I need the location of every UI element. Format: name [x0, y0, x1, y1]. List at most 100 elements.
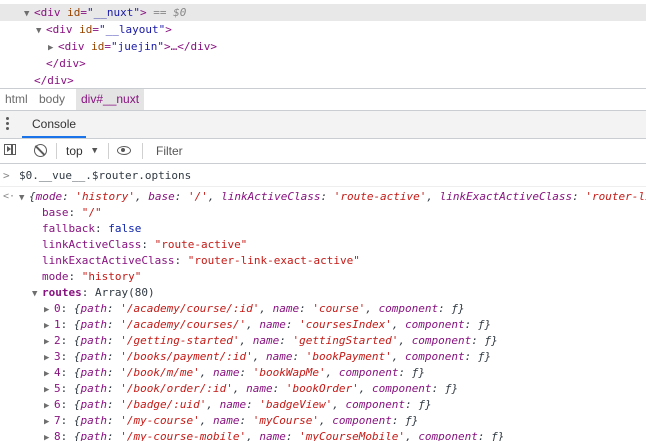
function-icon: ƒ: [405, 414, 412, 427]
preview-key: base: [148, 190, 175, 203]
show-sidebar-icon[interactable]: [4, 144, 16, 155]
dom-node-nuxt[interactable]: ▼ <div id="__nuxt"> == $0: [0, 4, 646, 21]
toolbar-divider: [56, 143, 57, 159]
expand-triangle-icon[interactable]: ▶: [44, 398, 54, 414]
breadcrumb-body[interactable]: body: [34, 89, 70, 110]
tag-close: >: [165, 23, 172, 36]
prop-row: base: "/": [42, 206, 102, 219]
dom-node-layout[interactable]: ▼ <div id="__layout">: [36, 21, 172, 38]
route-index: 7: [54, 414, 61, 427]
expand-triangle-icon[interactable]: ▶: [44, 334, 54, 350]
route-name: 'bookPayment': [305, 350, 392, 363]
breadcrumb: html body div#__nuxt: [0, 88, 646, 111]
preview-value: 'router-li: [585, 190, 646, 203]
routes-row[interactable]: ▼ routes: Array(80): [32, 285, 155, 301]
clear-console-icon[interactable]: [34, 144, 47, 157]
component-key: component: [332, 414, 392, 427]
tab-console[interactable]: Console: [22, 111, 87, 138]
route-row[interactable]: ▶ 7: {path: '/my-course', name: 'myCourse…: [44, 413, 418, 429]
prop-row: mode: "history": [42, 270, 142, 283]
breadcrumb-div-nuxt[interactable]: div#__nuxt: [76, 89, 145, 110]
path-key: path: [80, 318, 108, 331]
prop-row: linkExactActiveClass: "router-link-exact…: [42, 254, 360, 267]
path-key: path: [80, 430, 108, 441]
attr-value: "juejin": [111, 40, 164, 53]
collapse-triangle-icon[interactable]: ▼: [32, 286, 42, 302]
chevron-down-icon[interactable]: ▼: [92, 139, 97, 163]
divider: [0, 186, 646, 187]
name-key: name: [212, 366, 240, 379]
route-index: 0: [54, 302, 61, 315]
command-text: $0.__vue__.$router.options: [19, 169, 192, 182]
route-path: '/my-course-mobile': [120, 430, 247, 441]
console-output: > $0.__vue__.$router.options <· ▼ {mode: …: [0, 164, 646, 441]
name-key: name: [259, 318, 286, 331]
collapse-triangle-icon[interactable]: ▼: [19, 190, 29, 206]
attr-value: "__nuxt": [87, 6, 140, 19]
preview-value: '/': [187, 190, 208, 203]
collapse-triangle-icon[interactable]: ▼: [24, 6, 34, 23]
route-name: 'badgeView': [259, 398, 333, 411]
result-prompt-icon: <·: [3, 191, 16, 202]
filter-input[interactable]: [150, 139, 640, 163]
route-row[interactable]: ▶ 0: {path: '/academy/course/:id', name: …: [44, 301, 465, 317]
drawer-tabbar: Console: [0, 111, 646, 139]
more-options-icon[interactable]: [6, 117, 10, 133]
prop-row: fallback: false: [42, 222, 142, 235]
preview-value: 'route-active': [333, 190, 427, 203]
component-key: component: [411, 334, 472, 347]
attr-name: id: [67, 6, 81, 19]
route-name: 'bookWapMe': [252, 366, 326, 379]
route-row[interactable]: ▶ 5: {path: '/book/order/:id', name: 'boo…: [44, 381, 458, 397]
expand-triangle-icon[interactable]: ▶: [44, 366, 54, 382]
name-key: name: [219, 398, 247, 411]
breadcrumb-html[interactable]: html: [0, 89, 33, 110]
toolbar-divider: [108, 143, 109, 159]
component-key: component: [418, 430, 478, 441]
expand-triangle-icon[interactable]: ▶: [44, 414, 54, 430]
expand-triangle-icon[interactable]: ▶: [44, 318, 54, 334]
expand-triangle-icon[interactable]: ▶: [44, 350, 54, 366]
console-command-line: > $0.__vue__.$router.options: [0, 168, 646, 184]
route-index: 1: [54, 318, 61, 331]
dom-node-juejin[interactable]: ▶ <div id="juejin">…</div>: [48, 38, 217, 55]
route-path: '/book/m/me': [120, 366, 200, 379]
preview-key: mode: [35, 190, 63, 203]
route-name: 'bookOrder': [285, 382, 359, 395]
live-expression-eye-icon[interactable]: [117, 146, 131, 155]
component-key: component: [405, 350, 465, 363]
path-key: path: [80, 334, 108, 347]
route-path: '/badge/:uid': [120, 398, 207, 411]
route-path: '/books/payment/:id': [120, 350, 253, 363]
result-preview[interactable]: <· ▼ {mode: 'history', base: '/', linkAct…: [0, 189, 646, 205]
route-row[interactable]: ▶ 2: {path: '/getting-started', name: 'ge…: [44, 333, 498, 349]
route-name: 'course': [312, 302, 366, 315]
route-path: '/book/order/:id': [120, 382, 233, 395]
route-row[interactable]: ▶ 8: {path: '/my-course-mobile', name: 'm…: [44, 429, 504, 441]
selected-marker: == $0: [146, 6, 187, 19]
route-row[interactable]: ▶ 1: {path: '/academy/courses/', name: 'c…: [44, 317, 491, 333]
attr-name: id: [91, 40, 105, 53]
expand-triangle-icon[interactable]: ▶: [44, 302, 54, 318]
expand-triangle-icon[interactable]: ▶: [44, 382, 54, 398]
prompt-icon: >: [3, 169, 10, 182]
path-key: path: [80, 414, 108, 427]
path-key: path: [80, 302, 108, 315]
collapse-triangle-icon[interactable]: ▼: [36, 23, 46, 40]
tag-close: >…</div>: [163, 40, 217, 53]
route-index: 8: [54, 430, 61, 441]
path-key: path: [80, 366, 108, 379]
path-key: path: [80, 382, 108, 395]
name-key: name: [246, 382, 273, 395]
context-selector[interactable]: top: [66, 139, 83, 163]
expand-triangle-icon[interactable]: ▶: [44, 430, 54, 441]
dom-close-nuxt: </div>: [34, 74, 74, 87]
tag-open: <div: [46, 23, 73, 36]
route-row[interactable]: ▶ 3: {path: '/books/payment/:id', name: '…: [44, 349, 491, 365]
route-row[interactable]: ▶ 6: {path: '/badge/:uid', name: 'badgeVi…: [44, 397, 432, 413]
routes-type: Array(80): [95, 286, 155, 299]
function-icon: ƒ: [418, 398, 425, 411]
route-row[interactable]: ▶ 4: {path: '/book/m/me', name: 'bookWapM…: [44, 365, 425, 381]
preview-key: linkExactActiveClass: [439, 190, 573, 203]
route-index: 3: [54, 350, 61, 363]
